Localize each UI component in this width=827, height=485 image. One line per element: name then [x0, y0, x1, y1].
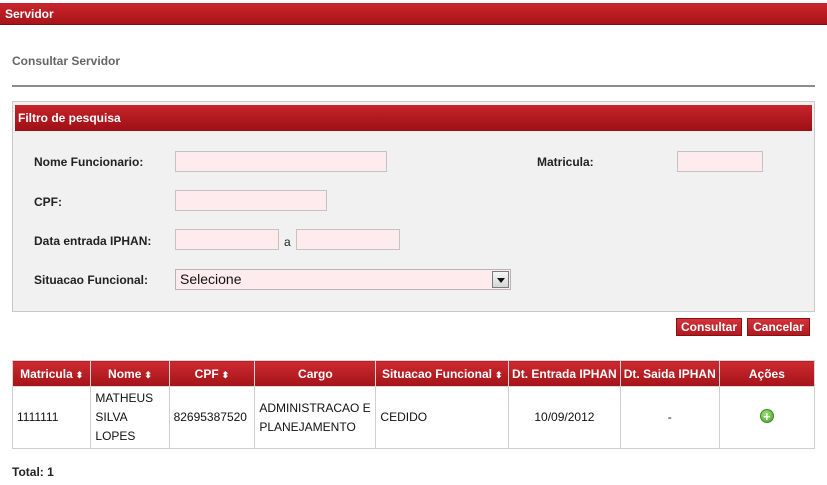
cancelar-button[interactable]: Cancelar — [747, 318, 810, 336]
data-entrada-to-input[interactable] — [296, 229, 400, 250]
cell-cargo: ADMINISTRACAO E PLANEJAMENTO — [254, 386, 377, 449]
data-entrada-label: Data entrada IPHAN: — [34, 234, 152, 248]
col-header-situacao[interactable]: Situacao Funcional ⬍ — [375, 360, 510, 387]
results-table: Matricula ⬍ Nome ⬍ CPF ⬍ Cargo Situacao Fun… — [11, 360, 816, 449]
col-header-acoes: Ações — [718, 360, 816, 387]
col-header-nome[interactable]: Nome ⬍ — [90, 360, 170, 387]
col-header-matricula[interactable]: Matricula ⬍ — [11, 360, 92, 387]
total-label: Total: — [12, 465, 44, 479]
col-header-cpf[interactable]: CPF ⬍ — [168, 360, 256, 387]
filter-panel: Filtro de pesquisa Nome Funcionario: Mat… — [12, 101, 815, 312]
total-value: 1 — [47, 465, 54, 479]
cell-matricula: 1111111 — [11, 386, 92, 449]
table-row: 1111111 MATHEUS SILVA LOPES 82695387520 … — [11, 386, 816, 449]
sort-icon[interactable]: ⬍ — [144, 370, 152, 380]
chevron-down-icon[interactable] — [492, 271, 509, 288]
situacao-funcional-label: Situacao Funcional: — [34, 273, 149, 287]
filter-panel-title: Filtro de pesquisa — [15, 105, 812, 131]
total-count: Total: 1 — [12, 465, 54, 479]
date-range-separator: a — [284, 235, 291, 249]
col-header-dt-saida: Dt. Saida IPHAN — [619, 360, 720, 387]
cell-situacao: CEDIDO — [375, 386, 510, 449]
cell-dt-saida: - — [619, 386, 720, 449]
add-circle-icon[interactable]: + — [759, 409, 774, 423]
sort-icon[interactable]: ⬍ — [222, 370, 230, 380]
cpf-input[interactable] — [175, 190, 327, 211]
cell-acoes: + — [718, 386, 816, 449]
matricula-label: Matricula: — [537, 155, 594, 169]
divider — [12, 85, 815, 87]
cell-dt-entrada: 10/09/2012 — [508, 386, 621, 449]
sort-icon[interactable]: ⬍ — [495, 370, 503, 380]
table-header-row: Matricula ⬍ Nome ⬍ CPF ⬍ Cargo Situacao Fun… — [11, 360, 816, 387]
cell-nome: MATHEUS SILVA LOPES — [90, 386, 170, 449]
cell-cpf: 82695387520 — [168, 386, 256, 449]
nome-funcionario-label: Nome Funcionario: — [34, 155, 144, 169]
sort-icon[interactable]: ⬍ — [76, 370, 84, 380]
situacao-selected-value: Selecione — [180, 271, 242, 287]
app-title: Servidor — [5, 7, 54, 21]
matricula-input[interactable] — [677, 151, 763, 172]
cpf-label: CPF: — [34, 195, 62, 209]
data-entrada-from-input[interactable] — [175, 229, 279, 250]
app-title-bar: Servidor — [0, 3, 827, 25]
col-header-cargo: Cargo — [254, 360, 377, 387]
consultar-button[interactable]: Consultar — [676, 318, 742, 336]
situacao-funcional-select[interactable]: Selecione — [175, 269, 511, 290]
col-header-dt-entrada: Dt. Entrada IPHAN — [508, 360, 621, 387]
nome-funcionario-input[interactable] — [175, 151, 387, 172]
page-title: Consultar Servidor — [12, 54, 121, 68]
